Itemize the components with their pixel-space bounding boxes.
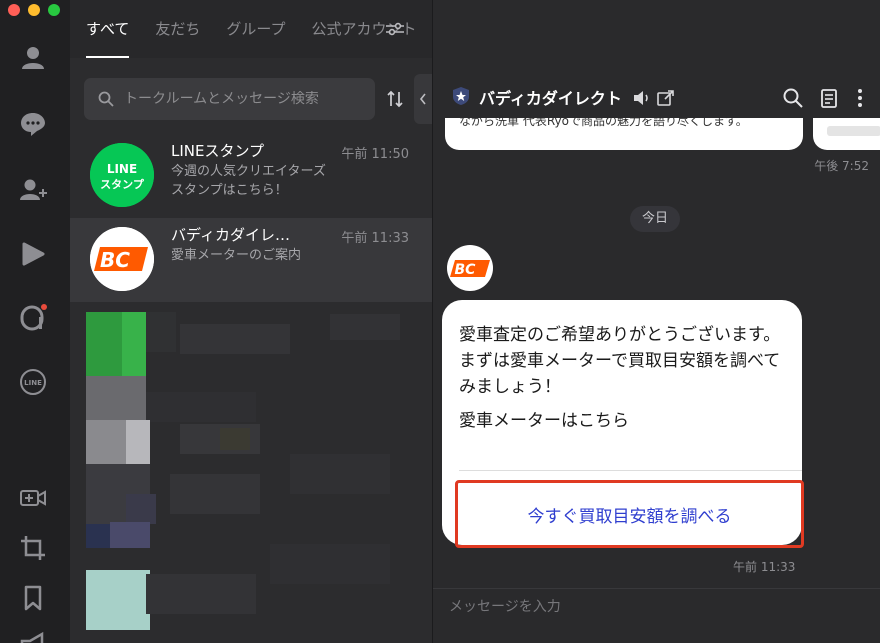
chat-name: バディカダイレ… (171, 226, 290, 244)
blurred-chat-list (70, 304, 432, 643)
chat-icon[interactable] (17, 108, 49, 140)
chat-time: 午前 11:50 (341, 147, 409, 162)
tab-friends[interactable]: 友だち (155, 18, 200, 58)
chat-list-panel: すべて 友だち グループ 公式アカウント LINE スタンプ LINEスタンプ (70, 0, 432, 643)
message-input[interactable] (449, 599, 849, 615)
minimize-window-button[interactable] (28, 4, 40, 16)
tab-groups[interactable]: グループ (226, 18, 285, 58)
svg-text:LINE: LINE (24, 379, 42, 387)
speaker-icon[interactable] (631, 87, 653, 109)
card-text-line: 愛車メーターはこちら (459, 411, 629, 431)
more-options-icon[interactable] (849, 87, 871, 109)
crop-icon[interactable] (17, 532, 49, 564)
previous-message-bubble (813, 118, 880, 150)
avatar-logo-text: BC (100, 248, 130, 272)
card-text-line: 愛車査定のご希望ありがとうございます。 (459, 325, 781, 345)
line-icon[interactable]: LINE (17, 366, 49, 398)
play-icon[interactable] (17, 238, 49, 270)
avatar-label-stamp: スタンプ (100, 177, 145, 191)
chat-preview: 愛車メーターのご案内 (171, 248, 302, 263)
megaphone-icon[interactable] (17, 628, 49, 643)
message-composer (433, 588, 880, 643)
sender-avatar[interactable]: BC (447, 245, 493, 291)
previous-message-bubble: ながら洗車 代表Ryoで商品の魅力を語り尽くします。 (445, 118, 803, 150)
profile-icon[interactable] (17, 42, 49, 74)
filter-icon[interactable] (385, 21, 405, 37)
card-divider (459, 470, 802, 471)
chat-title: バディカダイレクト (479, 89, 622, 108)
search-icon[interactable] (782, 87, 804, 109)
message-time: 午後 7:52 (814, 159, 869, 173)
bookmark-icon[interactable] (17, 582, 49, 614)
message-time: 午前 11:33 (733, 560, 796, 574)
zoom-window-button[interactable] (48, 4, 60, 16)
card-text-line: まずは愛車メーターで買取目安額を調べてみましょう！ (459, 351, 781, 397)
avatar-logo-text: BC (455, 262, 477, 278)
chat-name: LINEスタンプ (171, 142, 265, 160)
tab-bar: すべて 友だち グループ 公式アカウント (70, 0, 432, 58)
openchat-icon[interactable] (17, 302, 49, 334)
check-price-button[interactable]: 今すぐ買取目安額を調べる (455, 480, 804, 548)
verified-badge-icon (453, 87, 469, 105)
sort-icon[interactable] (385, 89, 405, 109)
video-call-icon[interactable] (17, 482, 49, 514)
search-box[interactable] (84, 78, 375, 120)
tab-all[interactable]: すべて (86, 18, 130, 58)
chat-pane: バディカダイレクト ながら洗車 代表Ryoで商品の魅力を語り尽くします。 午後 … (432, 0, 880, 643)
external-link-icon[interactable] (655, 87, 677, 109)
chat-preview: 今週の人気クリエイターズスタンプはこちら！ (171, 164, 326, 198)
collapse-panel-button[interactable] (414, 74, 432, 124)
avatar: BC (90, 227, 154, 291)
card-body: 愛車査定のご希望ありがとうございます。 まずは愛車メーターで買取目安額を調べてみ… (459, 322, 789, 434)
chat-list-item[interactable]: BC バディカダイレ… 愛車メーターのご案内 午前 11:33 (70, 218, 432, 302)
avatar-label-line: LINE (107, 162, 137, 176)
previous-message-text: ながら洗車 代表Ryoで商品の魅力を語り尽くします。 (459, 118, 748, 128)
chevron-left-icon (419, 93, 426, 105)
date-separator: 今日 (630, 206, 681, 232)
window-controls (8, 4, 60, 16)
notes-icon[interactable] (818, 87, 840, 109)
search-input[interactable] (124, 91, 364, 107)
search-icon (98, 91, 114, 107)
avatar: LINE スタンプ (90, 143, 154, 207)
icon-rail: LINE (0, 0, 70, 643)
chat-time: 午前 11:33 (341, 231, 409, 246)
notification-dot (41, 304, 47, 310)
chat-list-item[interactable]: LINE スタンプ LINEスタンプ 今週の人気クリエイターズスタンプはこちら！… (70, 134, 432, 218)
add-friend-icon[interactable] (17, 174, 49, 206)
close-window-button[interactable] (8, 4, 20, 16)
